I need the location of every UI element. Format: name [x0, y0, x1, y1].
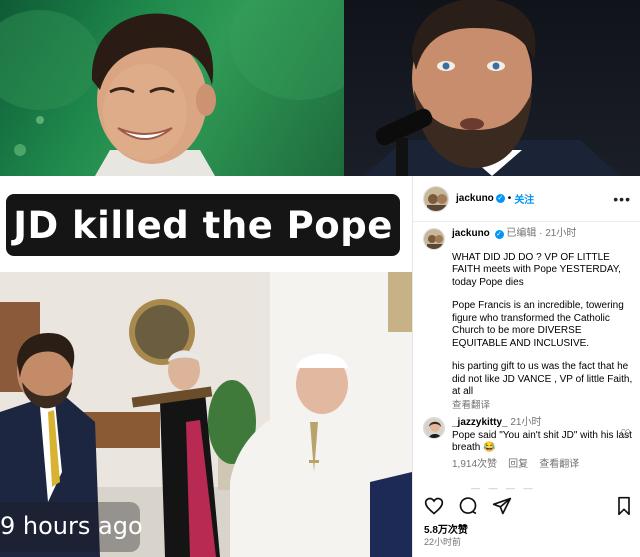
comment-actions: 1,914次赞 回复 查看翻译	[452, 459, 635, 472]
more-horizontal-icon[interactable]: •••	[613, 191, 631, 207]
caption-username[interactable]: jackuno	[452, 228, 490, 239]
photo-man-speaking-illustration	[364, 0, 620, 176]
verified-badge-icon: ✓	[495, 194, 505, 203]
caption-paragraph: Pope Francis is an incredible, towering …	[452, 300, 624, 349]
paper-plane-icon[interactable]	[491, 495, 513, 517]
photo-man-speaking	[344, 0, 640, 176]
photo-man-smiling	[0, 0, 344, 176]
comment-like-heart-icon[interactable]: ♡	[620, 428, 631, 441]
caption-body: jackuno ✓ 已编辑 · 21小时 WHAT DID JD DO ? VP…	[452, 228, 635, 412]
comment-bubble-icon-glyph	[459, 497, 477, 515]
author-avatar[interactable]	[423, 185, 449, 212]
caption-paragraph: WHAT DID JD DO ? VP OF LITTLE FAITH meet…	[452, 251, 621, 288]
comment-translate-link[interactable]: 查看翻译	[539, 459, 579, 470]
commenter-avatar[interactable]	[423, 417, 445, 439]
post-likes-count[interactable]: 5.8万次赞	[424, 521, 468, 536]
collapsed-replies-indicator: — — — —	[471, 483, 536, 493]
author-username[interactable]: jackuno	[456, 193, 494, 204]
caption-avatar[interactable]	[423, 228, 445, 250]
time-overlay-text: 9 hours ago	[0, 512, 143, 540]
meme-caption: JD killed the Pope	[6, 194, 400, 256]
heart-icon-glyph	[424, 497, 444, 515]
comment-reply-button[interactable]: 回复	[508, 459, 528, 470]
follow-button[interactable]: 关注	[514, 191, 534, 206]
comment-item: _jazzykitty_ 21小时 Pope said "You ain't s…	[423, 417, 635, 471]
photo-man-smiling-illustration	[0, 0, 344, 176]
paper-plane-icon-glyph	[492, 497, 512, 515]
bookmark-icon-glyph	[618, 496, 630, 516]
post-caption: jackuno ✓ 已编辑 · 21小时 WHAT DID JD DO ? VP…	[423, 228, 635, 412]
author-avatar-image	[424, 186, 448, 211]
caption-avatar-image	[424, 229, 444, 249]
post-timestamp: 22小时前	[424, 537, 462, 547]
bookmark-icon[interactable]	[613, 495, 635, 517]
comment-likes[interactable]: 1,914次赞	[452, 459, 497, 470]
instagram-post-panel: jackuno ✓ • 关注 ••• jackuno ✓ 已编辑 · 21小时 …	[412, 176, 640, 557]
commenter-username[interactable]: _jazzykitty_	[452, 417, 508, 428]
commenter-avatar-image	[424, 418, 444, 438]
heart-icon[interactable]	[423, 495, 445, 517]
post-action-bar	[423, 495, 635, 517]
caption-translate-link[interactable]: 查看翻译	[452, 400, 635, 413]
comment-text: Pope said "You ain't shit JD" with his l…	[452, 429, 632, 454]
comment-body: _jazzykitty_ 21小时 Pope said "You ain't s…	[452, 417, 635, 471]
caption-paragraph: his parting gift to us was the fact that…	[452, 361, 633, 397]
comment-bubble-icon[interactable]	[457, 495, 479, 517]
separator-dot: •	[507, 193, 512, 204]
meme-image: JD killed the Pope	[0, 176, 412, 557]
post-header: jackuno ✓ • 关注 •••	[413, 176, 640, 222]
caption-meta: 已编辑 · 21小时	[506, 228, 577, 239]
verified-badge-icon: ✓	[494, 230, 504, 239]
comment-time: 21小时	[510, 417, 542, 428]
